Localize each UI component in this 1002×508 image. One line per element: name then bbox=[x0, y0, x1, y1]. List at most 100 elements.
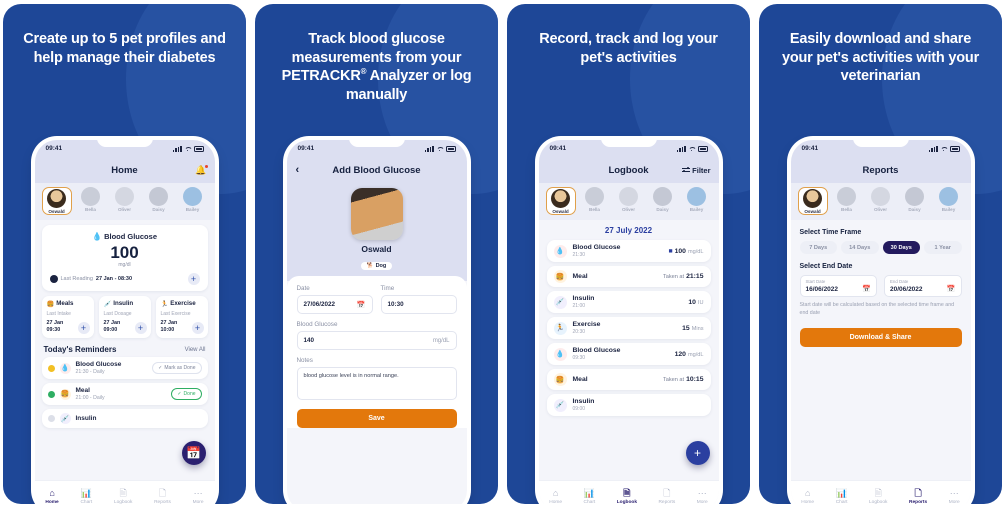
tab-reports[interactable]: 🗋 Reports bbox=[909, 488, 927, 504]
exercise-title: Exercise bbox=[170, 300, 196, 308]
bottom-tab-bar[interactable]: ⌂ Home 📊 Chart 🗎 Logbook 🗋 Reports ⋯ Mor… bbox=[790, 480, 971, 504]
tab-chart[interactable]: 📊 Chart bbox=[584, 488, 596, 504]
pet-chip-daisy[interactable]: Daisy bbox=[900, 187, 930, 215]
appbar-actions[interactable]: 🔔 bbox=[195, 164, 208, 176]
chip-1-year[interactable]: 1 Year bbox=[924, 241, 962, 254]
tab-more[interactable]: ⋯ More bbox=[949, 488, 960, 504]
add-exercise-button[interactable]: + bbox=[191, 322, 204, 335]
add-glucose-button[interactable]: + bbox=[187, 272, 200, 285]
tab-home[interactable]: ⌂ Home bbox=[801, 488, 814, 504]
pet-chip-oliver[interactable]: Oliver bbox=[614, 187, 644, 215]
save-button[interactable]: Save bbox=[296, 409, 457, 428]
tab-home[interactable]: ⌂ Home bbox=[549, 488, 562, 504]
status-dot bbox=[47, 364, 55, 372]
pet-chip-bella[interactable]: Bella bbox=[76, 187, 106, 215]
tab-logbook[interactable]: 🗎 Logbook bbox=[869, 488, 887, 504]
tab-chart[interactable]: 📊 Chart bbox=[836, 488, 848, 504]
back-chevron-icon[interactable]: ‹ bbox=[296, 164, 300, 176]
clock-icon bbox=[49, 274, 58, 283]
notes-label: Notes bbox=[296, 357, 313, 364]
logbook-row[interactable]: 🍔 Meal Taken at 10:15 bbox=[546, 369, 711, 390]
reminder-row[interactable]: 💧 Blood Glucose 21:30 - Daily ✓ Mark as … bbox=[41, 357, 208, 380]
notes-input[interactable]: blood glucose level is in normal range. bbox=[296, 367, 457, 400]
glucose-input[interactable]: 140 mg/dL bbox=[296, 331, 457, 350]
pet-selector-strip[interactable]: Oswald Bella Oliver Daisy Bailey bbox=[34, 183, 215, 220]
avatar bbox=[81, 187, 100, 206]
end-date-field[interactable]: End Date 20/06/2022 📅 bbox=[884, 275, 962, 297]
tab-reports[interactable]: 🗋 Reports bbox=[154, 488, 171, 504]
avatar bbox=[115, 187, 134, 206]
notification-bell-icon[interactable]: 🔔 bbox=[195, 164, 208, 176]
add-entry-fab[interactable]: + bbox=[685, 441, 710, 465]
bottom-tab-bar[interactable]: ⌂ Home 📊 Chart 🗎 Logbook 🗋 Reports ⋯ Mor… bbox=[538, 480, 719, 504]
pet-selector-strip[interactable]: Oswald Bella Oliver Daisy Bailey bbox=[538, 183, 719, 220]
exercise-card[interactable]: 🏃 Exercise Last Exercise 27 Jan 10:00 + bbox=[155, 295, 208, 339]
logbook-row[interactable]: 💉 Insulin 21:00 10 IU bbox=[546, 291, 711, 313]
pet-chip-daisy[interactable]: Daisy bbox=[648, 187, 678, 215]
logbook-row[interactable]: 💧 Blood Glucose 21:30 ■ 100 mg/dL bbox=[546, 240, 711, 262]
bottom-tab-bar[interactable]: ⌂ Home 📊 Chart 🗎 Logbook 🗋 Reports ⋯ Mor… bbox=[34, 480, 215, 505]
logbook-date-header: 27 July 2022 bbox=[604, 226, 653, 235]
tab-more[interactable]: ⋯ More bbox=[697, 488, 708, 504]
mark-as-done-button[interactable]: ✓ Mark as Done bbox=[152, 362, 202, 375]
view-all-link[interactable]: View All bbox=[185, 347, 206, 353]
time-frame-chips[interactable]: 7 Days 14 Days 30 Days 1 Year bbox=[799, 241, 962, 254]
meals-time: 09:30 bbox=[46, 327, 61, 334]
start-date-field[interactable]: Start Date 16/06/2022 📅 bbox=[799, 275, 877, 297]
exercise-header: 🏃 Exercise bbox=[161, 300, 204, 308]
chip-30-days[interactable]: 30 Days bbox=[882, 241, 920, 254]
insulin-card[interactable]: 💉 Insulin Last Dosage 27 Jan 09:00 + bbox=[98, 295, 151, 339]
value: 10:15 bbox=[686, 376, 704, 383]
date-input[interactable]: 27/06/2022 📅 bbox=[296, 295, 373, 314]
pet-chip-oswald[interactable]: Oswald bbox=[545, 187, 576, 215]
screen-body-reports: Oswald Bella Oliver Daisy Bailey Select … bbox=[790, 183, 971, 504]
signal-icon bbox=[172, 145, 182, 152]
calendar-icon[interactable]: 📅 bbox=[357, 301, 366, 309]
calendar-icon[interactable]: 📅 bbox=[947, 285, 956, 293]
pet-chip-oliver[interactable]: Oliver bbox=[866, 187, 896, 215]
meals-subtitle: Last Intake bbox=[46, 310, 71, 317]
tab-reports[interactable]: 🗋 Reports bbox=[658, 488, 675, 504]
logbook-row[interactable]: 🏃 Exercise 20:30 15 Mins bbox=[546, 317, 711, 339]
pet-chip-bella[interactable]: Bella bbox=[832, 187, 862, 215]
pet-chip-bella[interactable]: Bella bbox=[580, 187, 610, 215]
entry-text: Meal bbox=[573, 273, 588, 280]
pet-chip-oswald[interactable]: Oswald bbox=[41, 187, 72, 215]
pet-chip-bailey[interactable]: Bailey bbox=[934, 187, 964, 215]
add-meal-button[interactable]: + bbox=[77, 322, 90, 335]
blood-glucose-card[interactable]: 💧 Blood Glucose 100 mg/dl Last Reading 2… bbox=[41, 225, 208, 291]
tab-home[interactable]: ⌂ Home bbox=[45, 488, 58, 504]
time-input[interactable]: 10:30 bbox=[380, 295, 457, 314]
pet-chip-bailey[interactable]: Bailey bbox=[682, 187, 712, 215]
tab-chart[interactable]: 📊 Chart bbox=[80, 488, 92, 504]
logbook-row[interactable]: 💧 Blood Glucose 09:30 120 mg/dL bbox=[546, 343, 711, 365]
reminder-text: Meal 21:00 - Daily bbox=[76, 387, 105, 401]
meals-card[interactable]: 🍔 Meals Last Intake 27 Jan 09:30 + bbox=[41, 295, 94, 339]
reminder-row[interactable]: 💉 Insulin bbox=[41, 409, 208, 429]
avatar bbox=[871, 187, 890, 206]
screenshot-gallery: Create up to 5 pet profiles and help man… bbox=[0, 0, 1002, 508]
chip-7-days[interactable]: 7 Days bbox=[799, 241, 837, 254]
pet-chip-oswald[interactable]: Oswald bbox=[797, 187, 828, 215]
reminder-row[interactable]: 🍔 Meal 21:00 - Daily ✓ Done bbox=[41, 383, 208, 406]
filter-button[interactable]: Filter bbox=[682, 166, 711, 175]
tab-logbook[interactable]: 🗎 Logbook bbox=[114, 488, 132, 504]
download-share-button[interactable]: Download & Share bbox=[799, 328, 962, 348]
entry-name: Meal bbox=[572, 273, 588, 280]
add-insulin-button[interactable]: + bbox=[134, 322, 147, 335]
tab-more[interactable]: ⋯ More bbox=[192, 488, 204, 505]
pet-chip-oliver[interactable]: Oliver bbox=[110, 187, 140, 215]
chip-14-days[interactable]: 14 Days bbox=[841, 241, 879, 254]
add-reminder-fab[interactable]: 📅 bbox=[181, 441, 206, 465]
pet-chip-daisy[interactable]: Daisy bbox=[144, 187, 174, 215]
done-badge[interactable]: ✓ Done bbox=[171, 388, 202, 401]
pet-selector-strip[interactable]: Oswald Bella Oliver Daisy Bailey bbox=[790, 183, 971, 220]
logbook-row[interactable]: 🍔 Meal Taken at 21:15 bbox=[546, 266, 711, 287]
tab-label: More bbox=[192, 499, 204, 505]
pet-chip-bailey[interactable]: Bailey bbox=[178, 187, 208, 215]
calendar-icon[interactable]: 📅 bbox=[862, 285, 871, 293]
logbook-row[interactable]: 💉 Insulin 09:00 bbox=[546, 394, 711, 416]
end-date-value-row: 20/06/2022 📅 bbox=[890, 285, 956, 294]
status-time: 09:41 bbox=[801, 145, 819, 152]
tab-logbook[interactable]: 🗎 Logbook bbox=[617, 488, 637, 504]
